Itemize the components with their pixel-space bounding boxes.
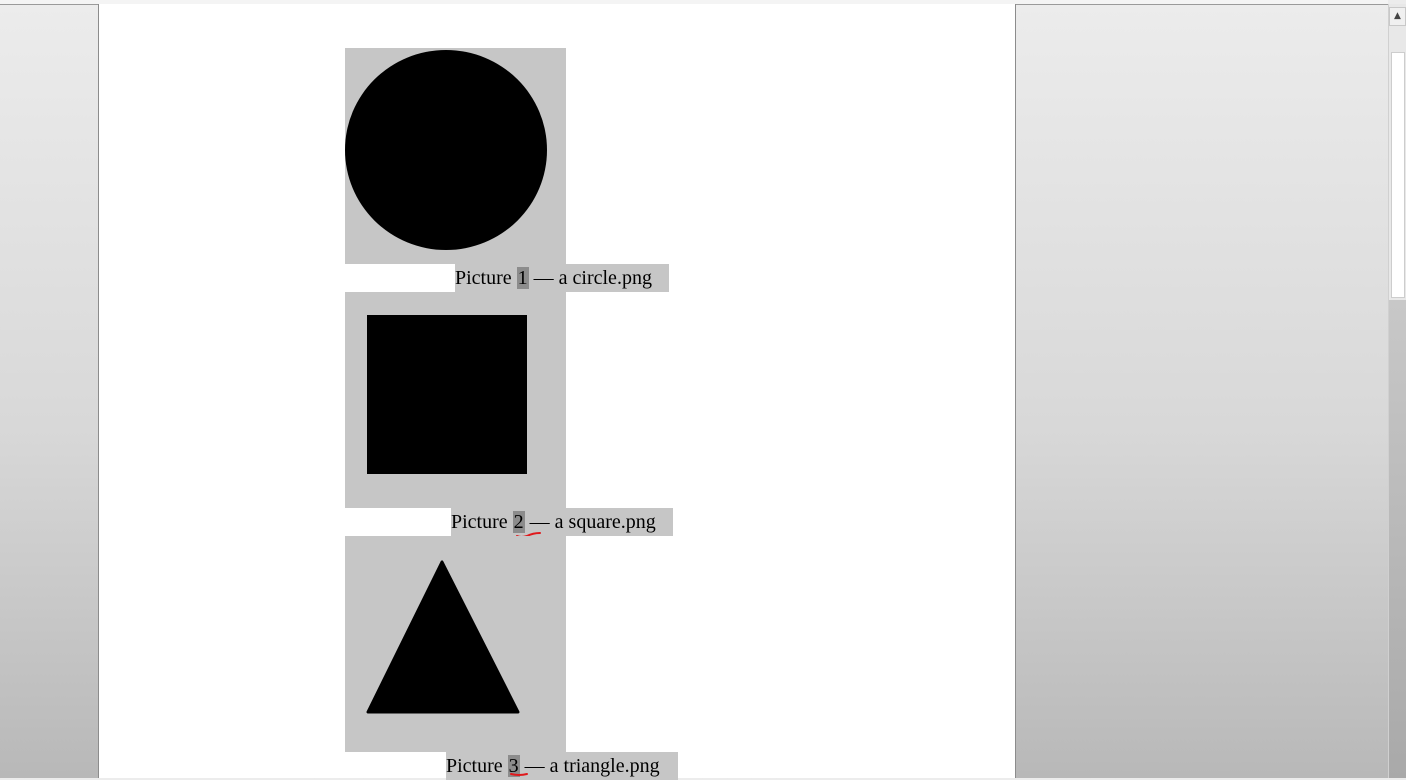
figure-circle-image[interactable] xyxy=(345,48,566,264)
red-underline-annotation xyxy=(510,773,528,776)
scrollbar-thumb[interactable] xyxy=(1391,52,1405,298)
square-shape xyxy=(367,315,527,474)
caption-suffix: — a triangle.png xyxy=(519,755,660,777)
caption-number-field[interactable]: 1 xyxy=(516,267,529,289)
caption-prefix: Picture xyxy=(451,511,513,533)
figure-square-image[interactable] xyxy=(345,292,566,508)
caption-picture-2[interactable]: Picture 2 — a square.png xyxy=(451,508,673,536)
triangle-up-icon[interactable]: ▲ xyxy=(1389,7,1406,26)
caption-suffix: — a square.png xyxy=(524,511,656,533)
caption-suffix: — a circle.png xyxy=(528,267,652,289)
vertical-scrollbar[interactable]: ▲ xyxy=(1388,4,1406,778)
document-page[interactable]: Picture 1 — a circle.png Picture 2 — a s… xyxy=(98,4,1016,780)
caption-picture-1[interactable]: Picture 1 — a circle.png xyxy=(455,264,669,292)
triangle-shape xyxy=(366,560,520,714)
caption-prefix: Picture xyxy=(455,267,517,289)
caption-prefix: Picture xyxy=(446,755,508,777)
circle-shape xyxy=(345,50,547,250)
caption-picture-3[interactable]: Picture 3 — a triangle.png xyxy=(446,752,678,780)
scrollbar-track[interactable] xyxy=(1389,300,1406,778)
figure-triangle-image[interactable] xyxy=(345,536,566,752)
